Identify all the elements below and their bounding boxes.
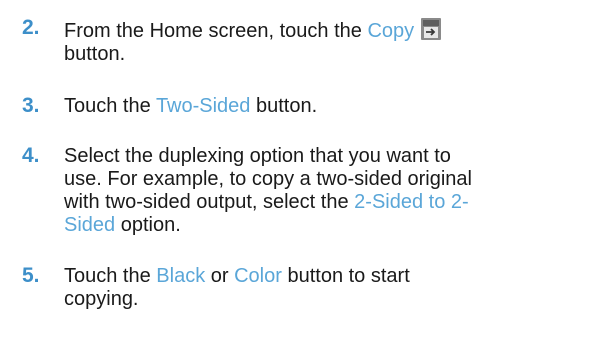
- copy-link[interactable]: Copy: [367, 20, 414, 42]
- step-text: From the Home screen, touch the Copy but…: [64, 17, 584, 66]
- step-number: 5.: [22, 264, 40, 287]
- step-text: Touch the Two-Sided button.: [64, 95, 318, 117]
- step-line: use. For example, to copy a two-sided or…: [64, 168, 472, 190]
- two-sided-to-two-sided-link-cont[interactable]: Sided: [64, 214, 115, 236]
- step-line: with two-sided output, select the 2-Side…: [64, 191, 469, 213]
- two-sided-link[interactable]: Two-Sided: [156, 95, 251, 117]
- color-link[interactable]: Color: [234, 265, 282, 287]
- step-line: Sided option.: [64, 214, 181, 236]
- step-text: Select the duplexing option that you wan…: [64, 145, 584, 237]
- step-line: Select the duplexing option that you wan…: [64, 145, 451, 167]
- step-line: From the Home screen, touch the Copy: [64, 17, 584, 43]
- step-text: Touch the Black or Color button to start…: [64, 265, 584, 311]
- step-line: copying.: [64, 288, 139, 310]
- black-link[interactable]: Black: [156, 265, 205, 287]
- step-number: 2.: [22, 16, 40, 39]
- two-sided-to-two-sided-link[interactable]: 2-Sided to 2-: [354, 191, 469, 213]
- step-number: 3.: [22, 94, 40, 117]
- step-line: Touch the Black or Color button to start: [64, 265, 410, 287]
- step-number: 4.: [22, 144, 40, 167]
- step-line: button.: [64, 43, 126, 65]
- copy-icon: [420, 17, 442, 41]
